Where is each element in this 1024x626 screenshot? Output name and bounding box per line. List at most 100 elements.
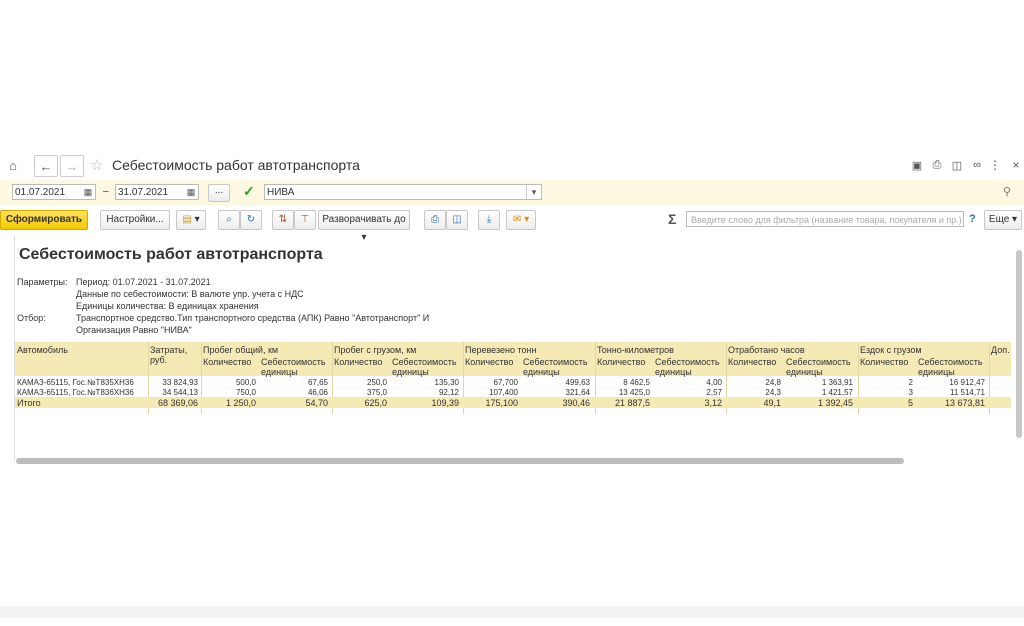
header-group: Пробег с грузом, км [334, 345, 417, 355]
header-sub-cost: Себестоимость единицы [392, 357, 457, 377]
date-to-field[interactable]: 31.07.2021 ▦ [115, 184, 199, 200]
date-from-field[interactable]: 01.07.2021 ▦ [12, 184, 96, 200]
period-select-button[interactable]: ... [208, 184, 230, 202]
table-cell: 11 514,71 [950, 388, 985, 397]
table-cell: 3 [908, 388, 913, 397]
title-bar: ⌂ ← → ☆ Себестоимость работ автотранспор… [0, 150, 1024, 180]
table-cell: 2 [908, 378, 913, 387]
header-group: Доп. с [991, 345, 1011, 355]
total-cell: 13 673,81 [944, 398, 985, 408]
table-cell: 4,00 [706, 378, 722, 387]
total-cell: 3,12 [704, 398, 722, 408]
calendar-icon[interactable]: ▦ [81, 185, 95, 199]
horizontal-scrollbar[interactable] [16, 458, 904, 464]
table-cell: 13 425,0 [618, 388, 650, 397]
filter-search-input[interactable]: Введите слово для фильтра (название това… [686, 211, 964, 227]
search-icon[interactable]: ⌕ [218, 210, 240, 230]
dropdown-arrow-icon[interactable]: ▾ [526, 185, 541, 199]
header-group: Перевезено тонн [465, 345, 537, 355]
header-car: Автомобиль [17, 345, 68, 355]
variants-dropdown-button[interactable]: ▤ ▾ [176, 210, 206, 230]
more-button[interactable]: Еще ▾ [984, 210, 1022, 230]
table-cell: 2,57 [706, 388, 722, 397]
search-replace-icon[interactable]: ↻ [240, 210, 262, 230]
download-icon[interactable]: ⤓ [478, 210, 500, 230]
print-icon[interactable]: ⎙ [930, 155, 944, 175]
header-sub-qty: Количество [334, 357, 383, 367]
calendar-icon[interactable]: ▦ [184, 185, 198, 199]
print-preview-icon[interactable]: ◫ [446, 210, 468, 230]
star-icon[interactable]: ☆ [88, 155, 106, 175]
date-dash: – [103, 186, 109, 197]
header-sub-cost: Себестоимость единицы [786, 357, 851, 377]
table-cell: 34 544,13 [162, 388, 198, 397]
filter-line-2: Организация Равно "НИВА" [76, 325, 192, 335]
total-cell: 68 369,06 [157, 398, 198, 408]
table-cell: 750,0 [235, 388, 256, 397]
table-cell: 321,64 [565, 388, 590, 397]
date-to-value: 31.07.2021 [118, 187, 169, 198]
total-cell: 1 250,0 [225, 398, 256, 408]
close-icon[interactable]: × [1010, 155, 1022, 175]
table-cell: 24,8 [765, 378, 781, 387]
table-cell: 92,12 [438, 388, 459, 397]
total-cell: 390,46 [562, 398, 590, 408]
header-sub-qty: Количество [860, 357, 909, 367]
home-icon[interactable]: ⌂ [4, 155, 22, 175]
table-cell: 135,30 [434, 378, 459, 387]
expand-to-dropdown[interactable]: Разворачивать до ▾ [318, 210, 410, 243]
date-from-value: 01.07.2021 [15, 187, 66, 198]
help-button[interactable]: ? [969, 213, 976, 225]
table-cell: 499,63 [565, 378, 590, 387]
expand-to-label: Разворачивать до [322, 214, 406, 225]
horizontal-scroll-track[interactable] [0, 606, 1024, 618]
header-sub-qty: Количество [203, 357, 252, 367]
table-cell: 33 824,93 [162, 378, 198, 387]
expand-groups-icon[interactable]: ⇅ [272, 210, 294, 230]
more-label: Еще [988, 214, 1010, 225]
send-email-icon[interactable]: ✉ ▾ [506, 210, 536, 230]
header-sub-cost: Себестоимость единицы [918, 357, 983, 377]
settings-button[interactable]: Настройки... [100, 210, 170, 230]
generate-button[interactable]: Сформировать [0, 210, 88, 230]
filter-line-1: Транспортное средство.Тип транспортного … [76, 313, 430, 323]
pin-icon[interactable]: ⚲ [1003, 185, 1011, 198]
back-arrow-icon[interactable]: ← [34, 155, 58, 177]
report-window: ⌂ ← → ☆ Себестоимость работ автотранспор… [0, 150, 1024, 618]
table-cell: 375,0 [366, 388, 387, 397]
sum-icon[interactable]: Σ [668, 211, 676, 227]
period-text: Период: 01.07.2021 - 31.07.2021 [76, 277, 211, 287]
params-row: 01.07.2021 ▦ – 31.07.2021 ▦ ... ✓ НИВА ▾… [0, 180, 1024, 206]
vertical-scrollbar[interactable] [1016, 250, 1022, 438]
report-area: Себестоимость работ автотранспорта Парам… [14, 236, 1011, 461]
print-button-icon[interactable]: ⎙ [424, 210, 446, 230]
toolbar: Сформировать Настройки... ▤ ▾ ⌕ ↻ ⇅ ⊤ Ра… [0, 210, 1024, 243]
total-cell: 625,0 [364, 398, 387, 408]
header-sub-qty: Количество [597, 357, 646, 367]
report-title: Себестоимость работ автотранспорта [19, 246, 323, 263]
filter-label: Отбор: [17, 313, 46, 323]
params-label: Параметры: [17, 277, 68, 287]
units-text: Единицы количества: В единицах хранения [76, 301, 259, 311]
total-cell: 109,39 [431, 398, 459, 408]
table-cell: 250,0 [366, 378, 387, 387]
table-cell: 500,0 [235, 378, 256, 387]
collapse-groups-icon[interactable]: ⊤ [294, 210, 316, 230]
more-vertical-icon[interactable]: ⋮ [989, 155, 1001, 175]
header-sub-qty: Количество [465, 357, 514, 367]
organization-field[interactable]: НИВА ▾ [264, 184, 542, 200]
table-cell: 107,400 [489, 388, 518, 397]
save-icon[interactable]: ▣ [910, 155, 924, 175]
total-cell: 5 [907, 398, 913, 408]
table-cell: 67,700 [493, 378, 518, 387]
table-cell: 8 462,5 [623, 378, 650, 387]
forward-arrow-icon[interactable]: → [60, 155, 84, 177]
preview-icon[interactable]: ◫ [950, 155, 964, 175]
header-group: Отработано часов [728, 345, 805, 355]
header-sub-qty: Количество [728, 357, 777, 367]
org-checkbox-icon[interactable]: ✓ [243, 184, 257, 198]
table-cell: 24,3 [765, 388, 781, 397]
total-cell: 49,1 [763, 398, 781, 408]
table-cell: 16 912,47 [949, 378, 985, 387]
link-icon[interactable]: ∞ [970, 155, 984, 175]
